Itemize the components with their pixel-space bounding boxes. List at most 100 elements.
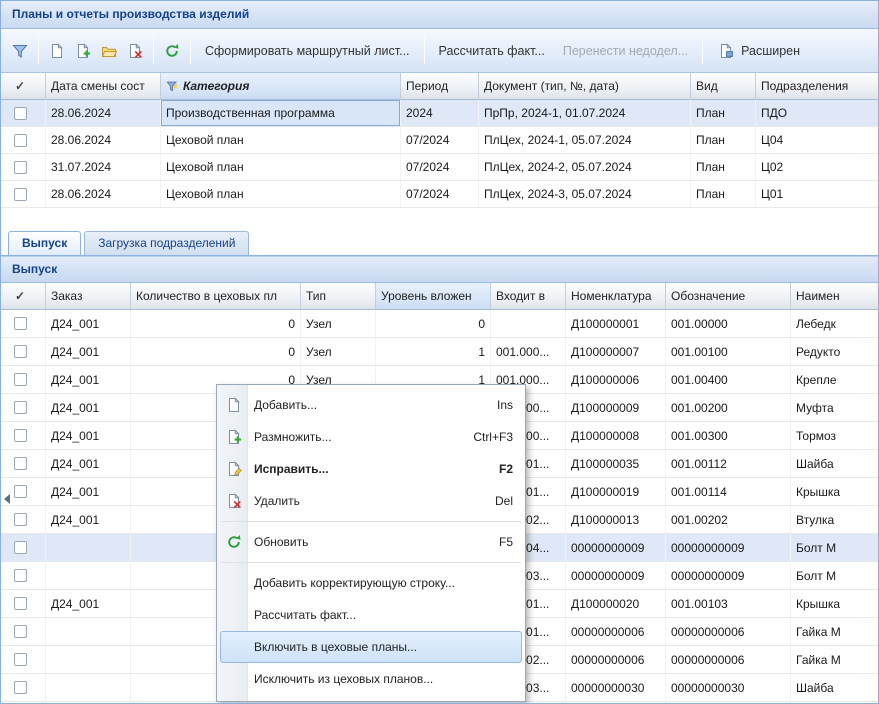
table-row[interactable]: Д24_0010Узел0Д100000001001.00000Лебедк — [1, 310, 879, 338]
menu-item-exclude-from-shop-plans[interactable]: Исключить из цеховых планов... — [220, 663, 522, 695]
row-checkbox[interactable] — [14, 161, 27, 174]
column-header-label: Период — [406, 79, 448, 93]
cell-nomen: Д100000007 — [566, 338, 666, 365]
column-header-date[interactable]: Дата смены сост — [46, 73, 161, 100]
column-header-order[interactable]: Заказ — [46, 283, 131, 310]
cell-division: Ц04 — [756, 127, 879, 153]
cell-name: Шайба — [791, 674, 879, 701]
move-backlog-button[interactable]: Перенести недодел... — [554, 40, 697, 62]
table-row[interactable]: 31.07.2024Цеховой план07/2024ПлЦех, 2024… — [1, 154, 879, 181]
column-header-level[interactable]: Уровень вложен — [376, 283, 491, 310]
column-header-document[interactable]: Документ (тип, №, дата) — [479, 73, 691, 100]
toolbar-separator — [153, 38, 154, 64]
table-row[interactable]: 28.06.2024Цеховой план07/2024ПлЦех, 2024… — [1, 127, 879, 154]
checkbox-cell — [1, 422, 46, 449]
select-all-column-header[interactable]: ✓ — [1, 283, 46, 310]
column-header-nomen[interactable]: Номенклатура — [566, 283, 666, 310]
table-row[interactable]: Д24_0010Узел1001.000...Д100000007001.001… — [1, 338, 879, 366]
extended-button[interactable]: Расширен — [708, 38, 809, 64]
open-folder-icon — [100, 42, 118, 60]
cell-period: 07/2024 — [401, 181, 479, 207]
row-checkbox[interactable] — [14, 569, 27, 582]
cell-period: 2024 — [401, 100, 479, 126]
menu-item-duplicate[interactable]: Размножить... Ctrl+F3 — [220, 421, 522, 453]
delete-button[interactable] — [122, 38, 148, 64]
column-header-kind[interactable]: Вид — [691, 73, 756, 100]
row-checkbox[interactable] — [14, 429, 27, 442]
refresh-button[interactable] — [159, 38, 185, 64]
row-checkbox[interactable] — [14, 513, 27, 526]
row-checkbox[interactable] — [14, 541, 27, 554]
column-header-qty[interactable]: Количество в цеховых пл — [131, 283, 301, 310]
cell-nomen: Д100000008 — [566, 422, 666, 449]
cell-document: ПрПр, 2024-1, 01.07.2024 — [479, 100, 691, 126]
cell-order — [46, 646, 131, 673]
column-header-division[interactable]: Подразделения — [756, 73, 879, 100]
cell-order — [46, 618, 131, 645]
menu-shortcut: F2 — [499, 462, 513, 476]
menu-item-calc-fact[interactable]: Рассчитать факт... — [220, 599, 522, 631]
column-header-label: Уровень вложен — [381, 289, 472, 303]
row-checkbox[interactable] — [14, 653, 27, 666]
row-checkbox[interactable] — [14, 485, 27, 498]
column-header-period[interactable]: Период — [401, 73, 479, 100]
menu-item-include-in-shop-plans[interactable]: Включить в цеховые планы... — [220, 631, 522, 663]
checkbox-cell — [1, 310, 46, 337]
row-checkbox[interactable] — [14, 317, 27, 330]
cell-date: 31.07.2024 — [46, 154, 161, 180]
cell-order: Д24_001 — [46, 310, 131, 337]
row-checkbox[interactable] — [14, 107, 27, 120]
column-header-name[interactable]: Наимен — [791, 283, 879, 310]
make-route-list-button[interactable]: Сформировать маршрутный лист... — [196, 40, 419, 62]
window-title-bar: Планы и отчеты производства изделий — [1, 1, 878, 29]
collapse-left-icon[interactable] — [2, 491, 11, 507]
row-checkbox[interactable] — [14, 457, 27, 470]
tab-output[interactable]: Выпуск — [8, 231, 81, 255]
menu-item-delete[interactable]: Удалить Del — [220, 485, 522, 517]
cell-nomen: 00000000006 — [566, 646, 666, 673]
duplicate-document-icon — [74, 42, 92, 60]
toolbar-separator — [38, 38, 39, 64]
column-header-category[interactable]: Категория — [161, 73, 401, 100]
cell-category: Цеховой план — [161, 127, 401, 153]
select-all-column-header[interactable]: ✓ — [1, 73, 46, 100]
cell-name: Болт М — [791, 534, 879, 561]
row-checkbox[interactable] — [14, 345, 27, 358]
row-checkbox[interactable] — [14, 373, 27, 386]
output-panel-title: Выпуск — [12, 262, 57, 276]
checkbox-cell — [1, 646, 46, 673]
cell-category: Цеховой план — [161, 154, 401, 180]
filter-button[interactable] — [7, 38, 33, 64]
row-checkbox[interactable] — [14, 597, 27, 610]
row-checkbox[interactable] — [14, 188, 27, 201]
cell-code: 00000000006 — [666, 646, 791, 673]
menu-item-refresh[interactable]: Обновить F5 — [220, 526, 522, 558]
add-button[interactable] — [44, 38, 70, 64]
cell-nomen: 00000000009 — [566, 562, 666, 589]
row-checkbox[interactable] — [14, 625, 27, 638]
plans-grid: ✓Дата смены состКатегория Период Документ … — [1, 73, 879, 229]
duplicate-button[interactable] — [70, 38, 96, 64]
checkbox-cell — [1, 127, 46, 153]
make-route-list-label: Сформировать маршрутный лист... — [205, 44, 410, 58]
tab-division-load[interactable]: Загрузка подразделений — [84, 231, 249, 255]
open-button[interactable] — [96, 38, 122, 64]
calc-fact-button[interactable]: Рассчитать факт... — [430, 40, 554, 62]
column-header-parent[interactable]: Входит в — [491, 283, 566, 310]
cell-nomen: 00000000030 — [566, 674, 666, 701]
table-row[interactable]: 28.06.2024Цеховой план07/2024ПлЦех, 2024… — [1, 181, 879, 208]
menu-shortcut: Del — [495, 494, 513, 508]
row-checkbox[interactable] — [14, 681, 27, 694]
row-checkbox[interactable] — [14, 134, 27, 147]
cell-order — [46, 562, 131, 589]
menu-shortcut: Ctrl+F3 — [473, 430, 513, 444]
menu-item-add[interactable]: Добавить... Ins — [220, 389, 522, 421]
column-header-code[interactable]: Обозначение — [666, 283, 791, 310]
row-checkbox[interactable] — [14, 401, 27, 414]
menu-item-add-correction-row[interactable]: Добавить корректирующую строку... — [220, 567, 522, 599]
menu-item-edit[interactable]: Исправить... F2 — [220, 453, 522, 485]
column-header-type[interactable]: Тип — [301, 283, 376, 310]
menu-item-label: Исключить из цеховых планов... — [254, 672, 501, 686]
table-row[interactable]: 28.06.2024Производственная программа2024… — [1, 100, 879, 127]
checkbox-cell — [1, 394, 46, 421]
